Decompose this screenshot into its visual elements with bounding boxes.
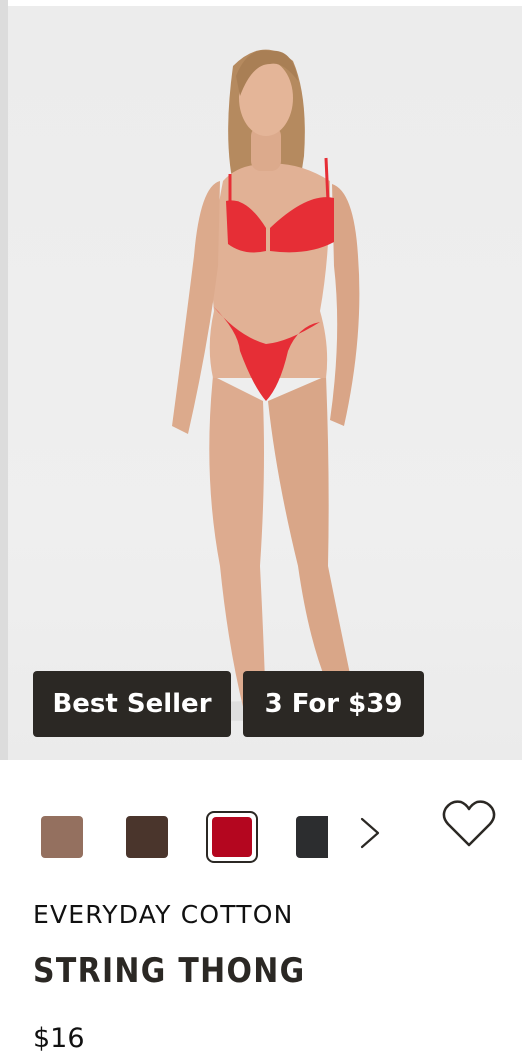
heart-icon[interactable] [442, 798, 496, 850]
product-image[interactable] [8, 6, 522, 760]
collection-name: EVERYDAY COTTON [33, 900, 294, 929]
swatch-red-selected[interactable] [206, 811, 258, 863]
badge-group: Best Seller 3 For $39 [33, 671, 424, 737]
swatch-brown[interactable] [41, 816, 83, 858]
swatch-black[interactable] [296, 816, 328, 858]
bundle-deal-badge: 3 For $39 [243, 671, 424, 737]
divider [0, 0, 8, 760]
product-card[interactable]: Best Seller 3 For $39 EVERYDAY COTTON ST… [0, 0, 522, 1059]
product-price: $16 [33, 1023, 85, 1054]
best-seller-badge: Best Seller [33, 671, 231, 737]
product-title[interactable]: STRING THONG [33, 951, 305, 991]
model-illustration [168, 49, 360, 721]
chevron-right-icon[interactable] [358, 816, 382, 850]
swatch-dark-brown[interactable] [126, 816, 168, 858]
color-swatches [41, 811, 360, 863]
